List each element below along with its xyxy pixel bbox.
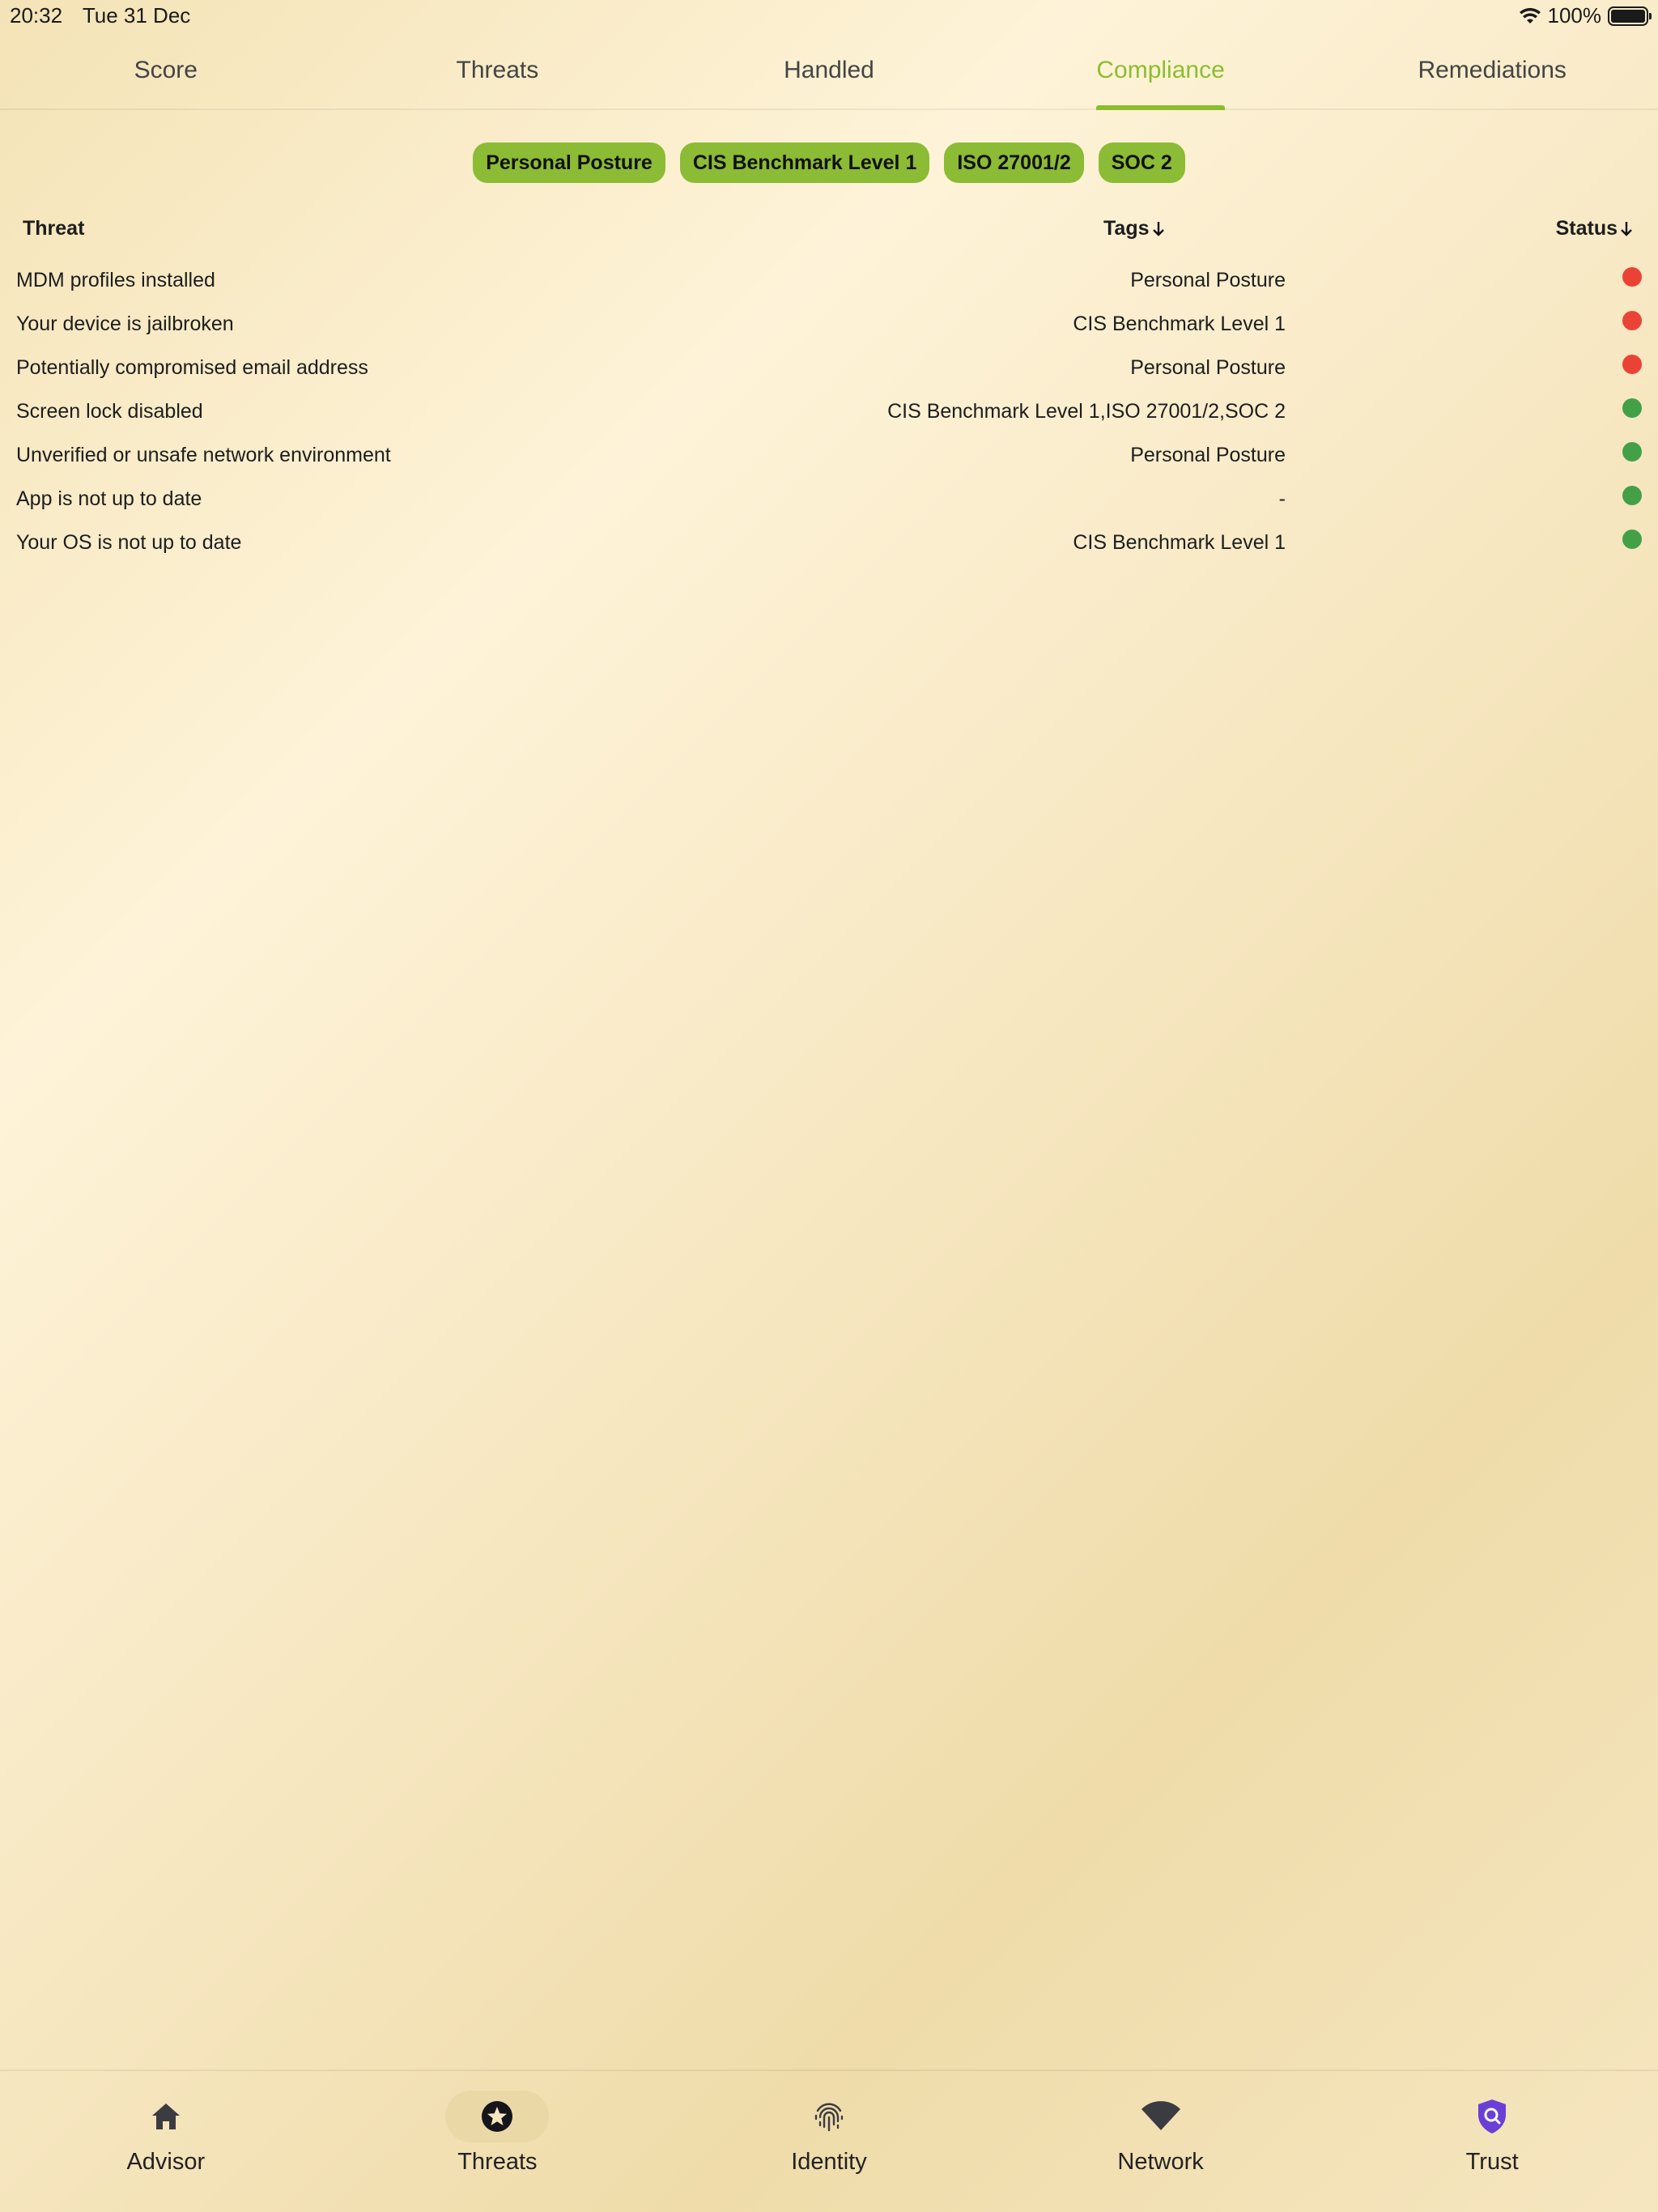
status-dot-green: [1622, 530, 1642, 549]
nav-identity[interactable]: Identity: [663, 2071, 995, 2212]
threat-table: MDM profiles installed Personal Posture …: [0, 264, 1658, 570]
bottom-nav: Advisor Threats Identity Network Trust: [0, 2069, 1658, 2212]
filter-chip-iso[interactable]: ISO 27001/2: [944, 143, 1084, 183]
status-dot-green: [1622, 398, 1642, 418]
row-tags: -: [1278, 487, 1286, 510]
row-tags: Personal Posture: [1130, 444, 1286, 466]
table-row[interactable]: Potentially compromised email address Pe…: [0, 351, 1658, 395]
filter-chip-cis-benchmark[interactable]: CIS Benchmark Level 1: [679, 143, 930, 183]
status-dot-green: [1622, 486, 1642, 505]
table-row[interactable]: MDM profiles installed Personal Posture: [0, 264, 1658, 308]
column-header-status[interactable]: Status: [1556, 217, 1634, 240]
tab-handled[interactable]: Handled: [663, 39, 995, 108]
home-icon: [114, 2091, 218, 2142]
status-bar: 20:32 Tue 31 Dec 100%: [0, 0, 1658, 32]
status-dot-red: [1622, 355, 1642, 374]
status-dot-red: [1622, 311, 1642, 330]
tab-remediations[interactable]: Remediations: [1326, 39, 1658, 108]
battery-percent: 100%: [1547, 3, 1602, 28]
table-row[interactable]: Screen lock disabled CIS Benchmark Level…: [0, 395, 1658, 439]
status-dot-red: [1622, 267, 1642, 287]
status-date: Tue 31 Dec: [82, 3, 191, 28]
tab-compliance[interactable]: Compliance: [995, 39, 1327, 110]
nav-trust[interactable]: Trust: [1326, 2071, 1658, 2212]
status-dot-green: [1622, 442, 1642, 462]
row-threat: MDM profiles installed: [16, 269, 215, 291]
arrow-down-icon: [1619, 220, 1634, 238]
row-threat: Potentially compromised email address: [16, 356, 368, 379]
row-threat: Screen lock disabled: [16, 400, 203, 423]
table-header: Threat Tags Status: [0, 217, 1658, 249]
row-tags: CIS Benchmark Level 1: [1073, 531, 1286, 554]
wifi-icon: [1109, 2091, 1213, 2142]
star-badge-icon: [445, 2091, 550, 2142]
row-threat: App is not up to date: [16, 487, 202, 510]
row-tags: CIS Benchmark Level 1: [1073, 313, 1286, 335]
wifi-icon: [1519, 7, 1541, 25]
row-threat: Your device is jailbroken: [16, 313, 234, 335]
column-header-tags[interactable]: Tags: [1103, 217, 1166, 240]
column-header-threat[interactable]: Threat: [23, 217, 84, 240]
shield-search-icon: [1440, 2091, 1544, 2142]
table-row[interactable]: App is not up to date -: [0, 483, 1658, 526]
row-threat: Unverified or unsafe network environment: [16, 444, 391, 466]
arrow-down-icon: [1151, 220, 1166, 238]
tab-score[interactable]: Score: [0, 39, 332, 108]
filter-chip-soc2[interactable]: SOC 2: [1098, 143, 1185, 183]
battery-icon: [1608, 6, 1652, 26]
row-tags: CIS Benchmark Level 1,ISO 27001/2,SOC 2: [887, 400, 1286, 423]
fingerprint-icon: [777, 2091, 881, 2142]
filter-chip-personal-posture[interactable]: Personal Posture: [473, 143, 665, 183]
top-tabs: Score Threats Handled Compliance Remedia…: [0, 39, 1658, 110]
table-row[interactable]: Unverified or unsafe network environment…: [0, 439, 1658, 483]
table-row[interactable]: Your OS is not up to date CIS Benchmark …: [0, 526, 1658, 570]
table-row[interactable]: Your device is jailbroken CIS Benchmark …: [0, 308, 1658, 351]
nav-advisor[interactable]: Advisor: [0, 2071, 332, 2212]
status-time: 20:32: [10, 3, 63, 28]
row-tags: Personal Posture: [1130, 356, 1286, 379]
row-threat: Your OS is not up to date: [16, 531, 242, 554]
tab-threats[interactable]: Threats: [332, 39, 664, 108]
filter-chips: Personal Posture CIS Benchmark Level 1 I…: [0, 143, 1658, 183]
row-tags: Personal Posture: [1130, 269, 1286, 291]
nav-threats[interactable]: Threats: [332, 2071, 664, 2212]
nav-network[interactable]: Network: [995, 2071, 1327, 2212]
